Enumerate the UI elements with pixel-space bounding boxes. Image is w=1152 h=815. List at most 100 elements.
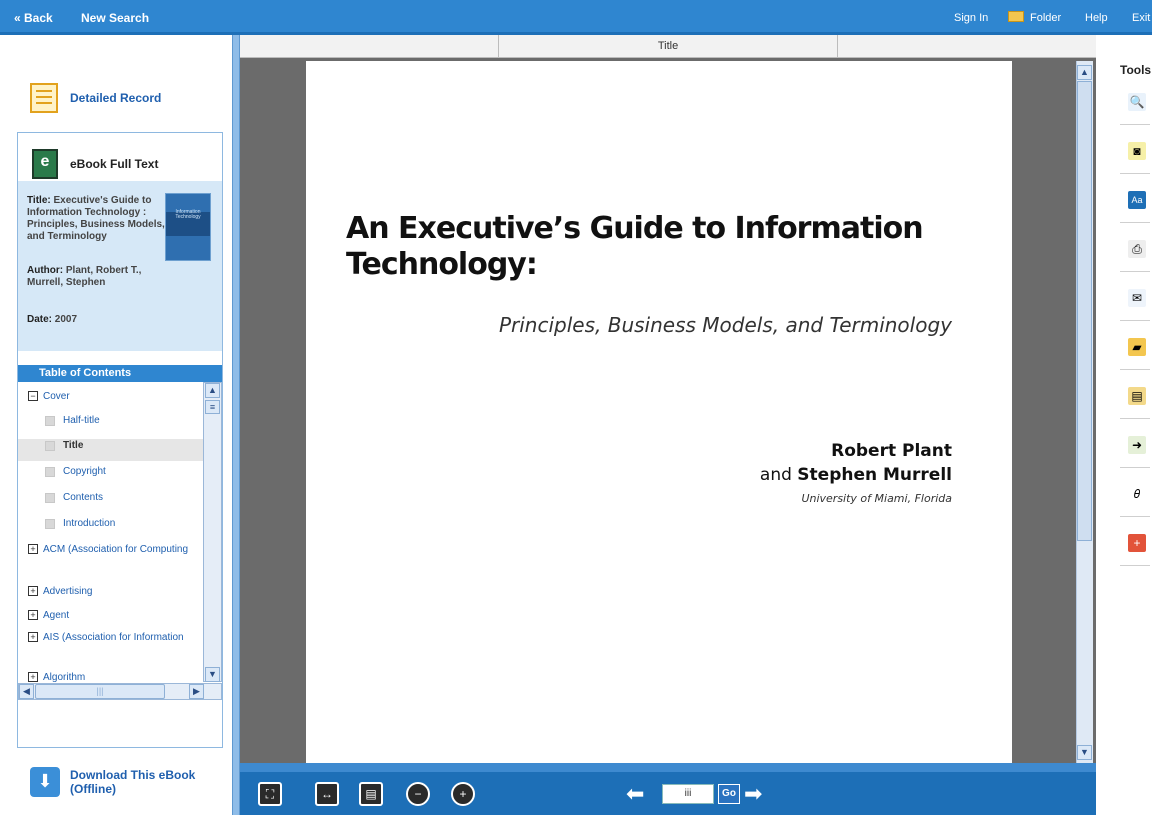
export-tool-button[interactable]: ➜ [1120,422,1150,468]
expand-icon[interactable]: + [28,544,38,554]
toc-item-label[interactable]: AIS (Association for Information [43,631,191,644]
page-icon [45,493,55,503]
ebook-icon: e [32,149,58,179]
sign-in-link[interactable]: Sign In [954,12,988,24]
toc-item[interactable]: − Cover [18,390,203,403]
panel-splitter[interactable] [232,35,240,815]
toc-item-label[interactable]: Advertising [43,585,191,598]
toc-item[interactable]: Half-title [18,414,203,427]
toc-item-label[interactable]: ACM (Association for Computing [43,543,191,556]
author-label: Author: [27,265,64,276]
exit-link[interactable]: Exit [1132,12,1150,24]
new-search-link[interactable]: New Search [81,11,149,25]
search-icon: 🔍 [1128,93,1146,111]
download-label[interactable]: Download This eBook (Offline) [70,768,210,796]
notes-tool-button[interactable]: ▤ [1120,373,1150,419]
next-page-icon[interactable]: ➡ [744,783,762,805]
scroll-right-icon[interactable]: ▶ [189,684,204,699]
fit-page-icon[interactable]: ⛶ [258,782,282,806]
email-icon: ✉ [1128,289,1146,307]
book-subtitle: Principles, Business Models, and Termino… [498,313,952,337]
folder-icon[interactable] [1008,11,1024,24]
left-sidebar: Detailed Record e eBook Full Text Title:… [0,35,232,815]
expand-icon[interactable]: + [28,632,38,642]
detailed-record-icon [30,83,58,113]
toc-item[interactable]: + Agent [18,609,203,622]
toc-item-label[interactable]: Copyright [63,465,191,478]
horizontal-scroll-thumb[interactable]: ||| [35,684,165,699]
ebook-panel: e eBook Full Text Title: Executive's Gui… [17,132,223,748]
top-navigation-bar: « Back New Search Sign In Folder Help Ex… [0,0,1152,35]
dictionary-icon: Aa [1128,191,1146,209]
viewer-vertical-scrollbar[interactable]: ▲ ▼ [1076,61,1093,766]
book-title-field: Title: Executive's Guide to Information … [27,195,167,243]
add-icon: + [1128,534,1146,552]
single-page-icon[interactable]: ▤ [359,782,383,806]
go-button[interactable]: Go [718,784,740,804]
author-secondary: and Stephen Murrell [760,465,952,485]
toc-item[interactable]: Contents [18,491,203,504]
print-tool-button[interactable]: ⎙ [1120,226,1150,272]
toc-item[interactable]: + AIS (Association for Information [18,631,203,657]
expand-icon[interactable]: + [28,586,38,596]
toc-item[interactable]: Introduction [18,517,203,530]
toc-item[interactable]: + ACM (Association for Computing [18,543,203,569]
page-icon [45,416,55,426]
expand-icon[interactable]: + [28,610,38,620]
toc-item-label[interactable]: Cover [43,390,191,403]
author-secondary-name: Stephen Murrell [797,465,952,485]
print-icon: ⎙ [1128,240,1146,258]
toc-item-label[interactable]: Contents [63,491,191,504]
image-icon: ◙ [1128,142,1146,160]
tools-header: Tools [1120,63,1152,77]
scroll-left-icon[interactable]: ◀ [19,684,34,699]
author-and: and [759,465,792,485]
link-tool-button[interactable]: 𝜃 [1120,471,1150,517]
book-date-field: Date: 2007 [27,314,167,326]
tab-title[interactable]: Title [498,35,838,58]
toc-item-label[interactable]: Agent [43,609,191,622]
toc-vertical-scrollbar[interactable]: ▲ ≡ ▼ [203,382,222,682]
scroll-thumb[interactable]: ≡ [205,400,220,414]
viewer-scroll-up-icon[interactable]: ▲ [1077,65,1092,80]
back-link[interactable]: « Back [14,11,53,25]
ebook-full-text-label: eBook Full Text [70,157,159,171]
notes-icon: ▤ [1128,387,1146,405]
page-number-input[interactable]: iii [662,784,714,804]
collapse-icon[interactable]: − [28,391,38,401]
toc-item-label[interactable]: Half-title [63,414,191,427]
author-primary: Robert Plant [831,441,952,461]
toc-item[interactable]: Title [18,439,203,461]
toc-horizontal-scrollbar[interactable]: ◀ ||| ▶ [18,683,222,700]
date-value: 2007 [54,314,78,325]
toc-item[interactable]: Copyright [18,465,203,478]
toc-item-label[interactable]: Introduction [63,517,191,530]
folder-tool-button[interactable]: ▰ [1120,324,1150,370]
image-tool-button[interactable]: ◙ [1120,128,1150,174]
dictionary-tool-button[interactable]: Aa [1120,177,1150,223]
book-info: Title: Executive's Guide to Information … [18,181,222,351]
add-tool-button[interactable]: + [1120,520,1150,566]
expand-icon[interactable]: + [28,672,38,682]
search-tool-button[interactable]: 🔍 [1120,79,1150,125]
email-tool-button[interactable]: ✉ [1120,275,1150,321]
viewer-tab-bar: Title [240,35,1096,58]
fit-width-icon[interactable]: ↔ [315,782,339,806]
toc-item[interactable]: + Advertising [18,585,203,598]
detailed-record-label[interactable]: Detailed Record [70,91,161,105]
folder-icon: ▰ [1128,338,1146,356]
scroll-up-icon[interactable]: ▲ [205,383,220,398]
scroll-down-icon[interactable]: ▼ [205,667,220,682]
viewer-horizontal-splitter[interactable] [240,763,1096,772]
viewer-scroll-down-icon[interactable]: ▼ [1077,745,1092,760]
previous-page-icon[interactable]: ⬅ [626,783,644,805]
viewer-toolbar: ⛶ ↔ ▤ − + ⬅ iii Go ➡ [240,772,1096,815]
zoom-out-icon[interactable]: − [406,782,430,806]
toc-item-label[interactable]: Title [63,439,191,452]
help-link[interactable]: Help [1085,12,1108,24]
page-icon [45,441,55,451]
toc-header: Table of Contents [18,365,222,382]
zoom-in-icon[interactable]: + [451,782,475,806]
folder-link[interactable]: Folder [1030,12,1061,24]
viewer-scroll-thumb[interactable] [1077,81,1092,541]
